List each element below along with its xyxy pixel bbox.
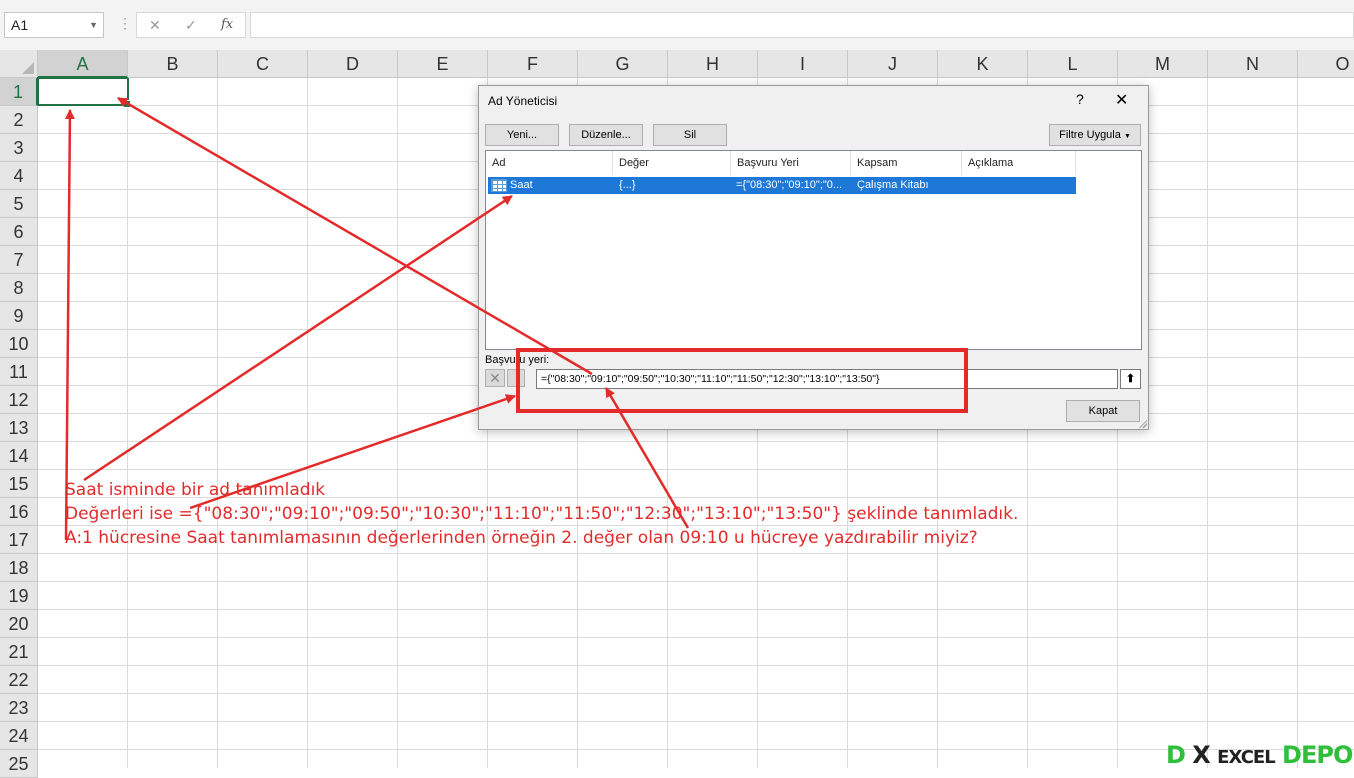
row-header-21[interactable]: 21 bbox=[0, 638, 38, 666]
column-header-n[interactable]: N bbox=[1208, 50, 1298, 78]
formula-buttons: ✕ ✓ fx bbox=[136, 12, 246, 38]
watermark-logo: D X EXCEL DEPO bbox=[1166, 741, 1353, 769]
column-header-h[interactable]: H bbox=[668, 50, 758, 78]
refers-to-input[interactable]: ={"08:30";"09:10";"09:50";"10:30";"11:10… bbox=[536, 369, 1118, 389]
column-header-e[interactable]: E bbox=[398, 50, 488, 78]
column-header-j[interactable]: J bbox=[848, 50, 938, 78]
close-icon[interactable]: ✕ bbox=[1115, 90, 1128, 110]
row-header-20[interactable]: 20 bbox=[0, 610, 38, 638]
row-header-3[interactable]: 3 bbox=[0, 134, 38, 162]
list-item-refers-to: ={"08:30";"09:10";"0... bbox=[736, 179, 843, 191]
refers-to-label: Başvuru yeri: bbox=[485, 354, 550, 366]
column-header-b[interactable]: B bbox=[128, 50, 218, 78]
name-box[interactable]: A1 ▼ bbox=[4, 12, 104, 38]
dialog-title: Ad Yöneticisi bbox=[488, 94, 558, 108]
chevron-down-icon[interactable]: ▼ bbox=[89, 13, 98, 37]
annotation-line-2: Değerleri ise ={"08:30";"09:10";"09:50";… bbox=[65, 504, 1019, 524]
new-button[interactable]: Yeni... bbox=[485, 124, 559, 146]
close-button[interactable]: Kapat bbox=[1066, 400, 1140, 422]
column-header-d[interactable]: D bbox=[308, 50, 398, 78]
row-header-5[interactable]: 5 bbox=[0, 190, 38, 218]
row-header-4[interactable]: 4 bbox=[0, 162, 38, 190]
annotation-line-1: Saat isminde bir ad tanımladık bbox=[65, 480, 326, 500]
help-icon[interactable]: ? bbox=[1076, 91, 1084, 107]
row-header-23[interactable]: 23 bbox=[0, 694, 38, 722]
table-icon bbox=[491, 179, 507, 192]
row-header-22[interactable]: 22 bbox=[0, 666, 38, 694]
cancel-icon[interactable]: ✕ bbox=[485, 369, 505, 387]
watermark-part-3: EXCEL bbox=[1217, 747, 1276, 768]
select-all-corner[interactable] bbox=[0, 50, 38, 78]
delete-button[interactable]: Sil bbox=[653, 124, 727, 146]
row-header-9[interactable]: 9 bbox=[0, 302, 38, 330]
filter-button[interactable]: Filtre Uygula ▼ bbox=[1049, 124, 1141, 146]
watermark-part-4: DEPO bbox=[1282, 741, 1353, 769]
name-box-value: A1 bbox=[11, 17, 29, 33]
column-header-l[interactable]: L bbox=[1028, 50, 1118, 78]
column-header-c[interactable]: C bbox=[218, 50, 308, 78]
column-header-i[interactable]: I bbox=[758, 50, 848, 78]
row-header-14[interactable]: 14 bbox=[0, 442, 38, 470]
list-item[interactable]: Saat {...} ={"08:30";"09:10";"0... Çalış… bbox=[488, 177, 1076, 194]
resize-grip-icon[interactable] bbox=[1139, 420, 1147, 428]
column-header-a[interactable]: A bbox=[38, 50, 128, 78]
name-manager-dialog: Ad Yöneticisi ? ✕ Yeni... Düzenle... Sil… bbox=[478, 85, 1149, 430]
formula-input[interactable] bbox=[250, 12, 1354, 38]
row-header-18[interactable]: 18 bbox=[0, 554, 38, 582]
names-list[interactable]: Ad Değer Başvuru Yeri Kapsam Açıklama Sa… bbox=[485, 150, 1142, 350]
column-header-m[interactable]: M bbox=[1118, 50, 1208, 78]
row-header-19[interactable]: 19 bbox=[0, 582, 38, 610]
column-header-name[interactable]: Ad bbox=[486, 151, 613, 175]
row-header-13[interactable]: 13 bbox=[0, 414, 38, 442]
row-header-25[interactable]: 25 bbox=[0, 750, 38, 778]
filter-button-label: Filtre Uygula bbox=[1059, 129, 1121, 141]
watermark-part-1: D bbox=[1166, 741, 1186, 769]
confirm-icon[interactable] bbox=[507, 369, 525, 387]
row-header-2[interactable]: 2 bbox=[0, 106, 38, 134]
row-header-15[interactable]: 15 bbox=[0, 470, 38, 498]
row-header-16[interactable]: 16 bbox=[0, 498, 38, 526]
column-header-value[interactable]: Değer bbox=[613, 151, 731, 175]
row-header-24[interactable]: 24 bbox=[0, 722, 38, 750]
column-header-scope[interactable]: Kapsam bbox=[851, 151, 962, 175]
list-item-scope: Çalışma Kitabı bbox=[857, 179, 929, 191]
row-header-8[interactable]: 8 bbox=[0, 274, 38, 302]
cancel-icon[interactable]: ✕ bbox=[149, 17, 161, 34]
row-header-6[interactable]: 6 bbox=[0, 218, 38, 246]
enter-icon[interactable]: ✓ bbox=[185, 17, 197, 34]
row-header-1[interactable]: 1 bbox=[0, 78, 38, 106]
row-header-11[interactable]: 11 bbox=[0, 358, 38, 386]
annotation-line-3: A:1 hücresine Saat tanımlamasının değerl… bbox=[65, 528, 978, 548]
active-cell-a1[interactable] bbox=[37, 77, 131, 108]
list-item-name: Saat bbox=[510, 179, 533, 191]
more-options-icon: ⋮ bbox=[118, 15, 132, 31]
formula-bar: A1 ▼ ⋮ ✕ ✓ fx bbox=[0, 0, 1354, 50]
watermark-part-2: X bbox=[1192, 741, 1210, 769]
column-header-f[interactable]: F bbox=[488, 50, 578, 78]
column-header-k[interactable]: K bbox=[938, 50, 1028, 78]
insert-function-icon[interactable]: fx bbox=[221, 17, 233, 32]
chevron-down-icon: ▼ bbox=[1123, 133, 1131, 140]
column-header-o[interactable]: O bbox=[1298, 50, 1354, 78]
column-header-g[interactable]: G bbox=[578, 50, 668, 78]
row-header-17[interactable]: 17 bbox=[0, 526, 38, 554]
collapse-dialog-icon[interactable]: ⬆ bbox=[1120, 369, 1141, 389]
column-header-comment[interactable]: Açıklama bbox=[962, 151, 1076, 175]
column-header-refers-to[interactable]: Başvuru Yeri bbox=[731, 151, 851, 175]
list-item-value: {...} bbox=[619, 179, 636, 191]
row-header-12[interactable]: 12 bbox=[0, 386, 38, 414]
row-header-7[interactable]: 7 bbox=[0, 246, 38, 274]
edit-button[interactable]: Düzenle... bbox=[569, 124, 643, 146]
row-header-10[interactable]: 10 bbox=[0, 330, 38, 358]
